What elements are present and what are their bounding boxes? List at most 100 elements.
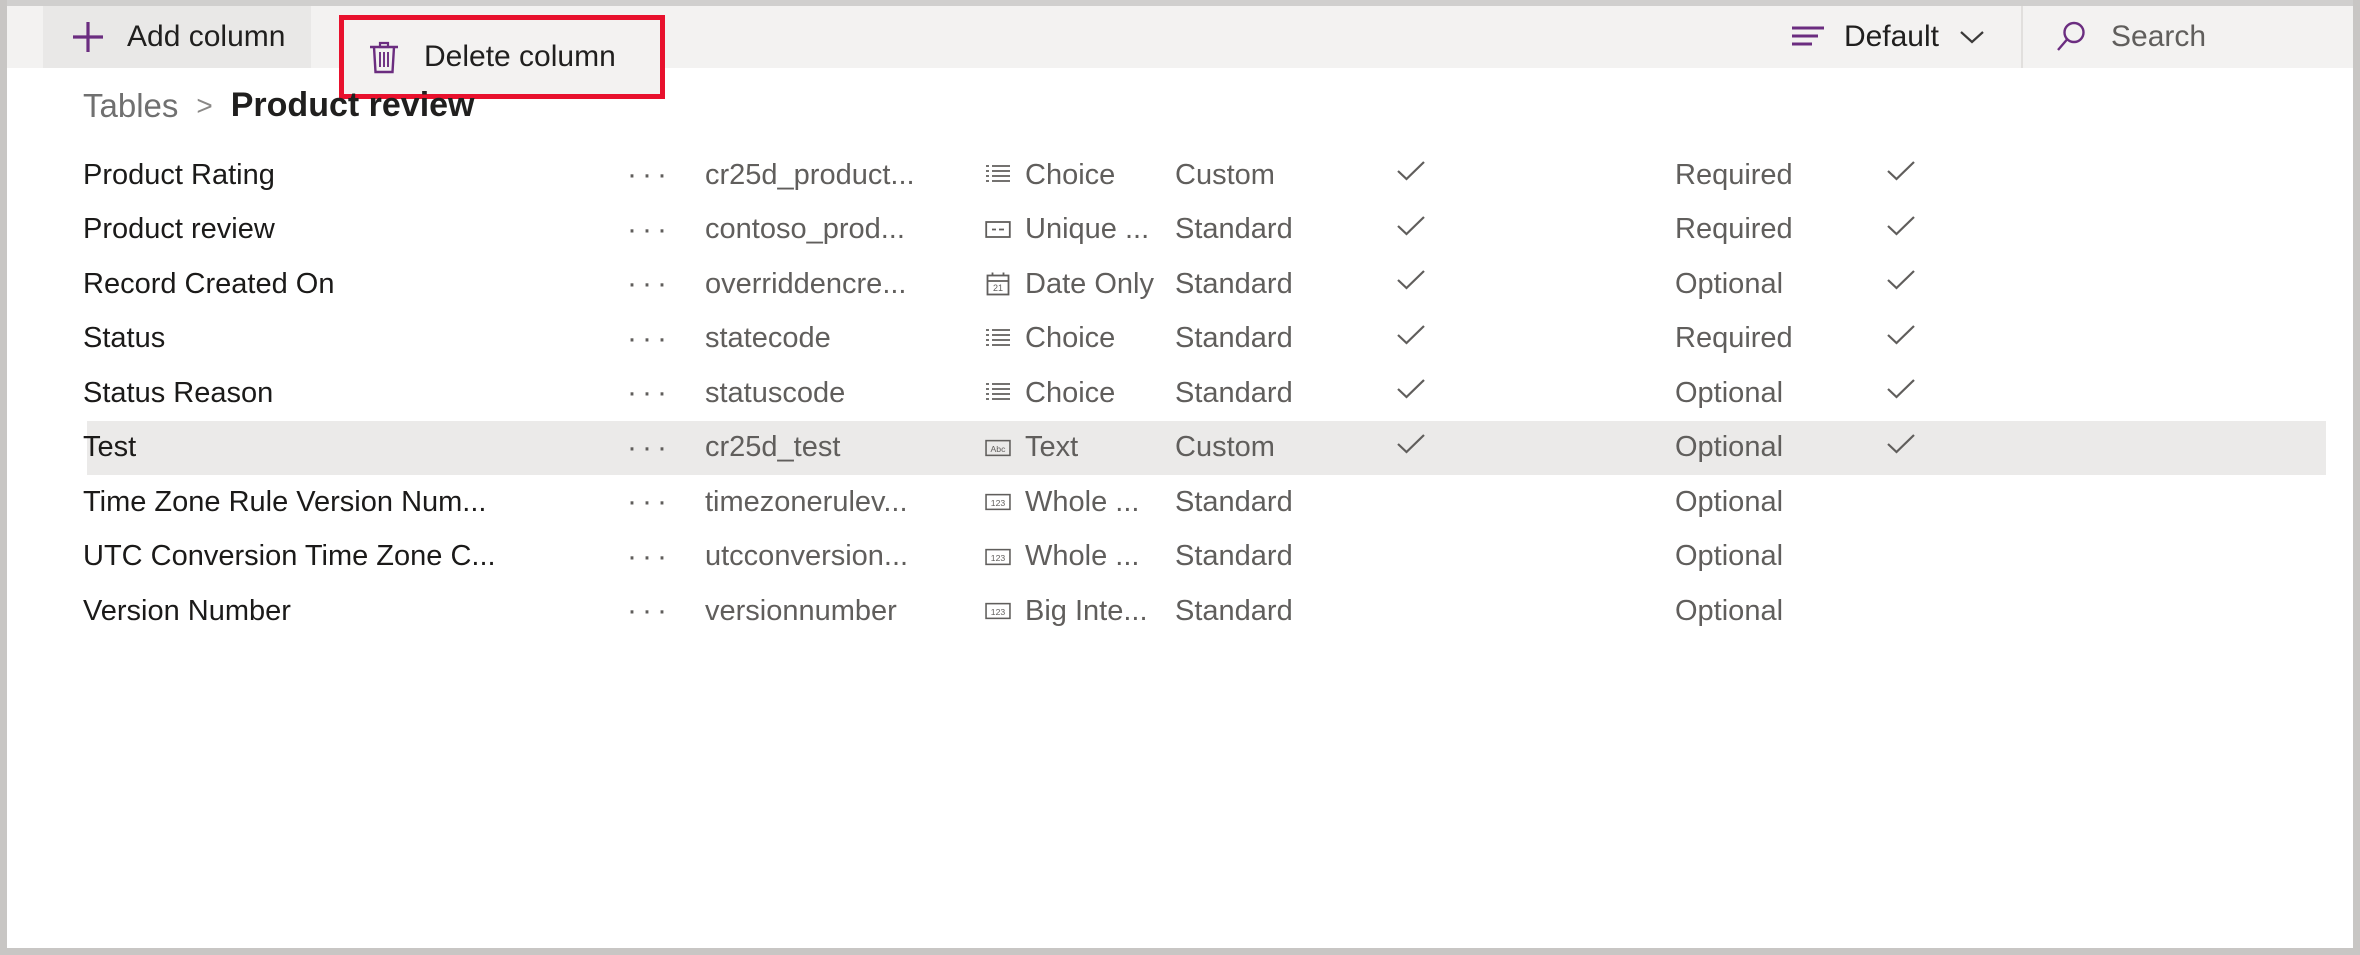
- row-overflow-menu-button[interactable]: ···: [627, 376, 705, 410]
- column-data-type: Whole ...: [985, 540, 1175, 573]
- table-row[interactable]: UTC Conversion Time Zone C... ··· utcconve…: [7, 530, 2346, 585]
- search-icon: [2053, 19, 2089, 55]
- column-requirement-level: Optional: [1675, 431, 1784, 464]
- column-display-name: Product review: [83, 213, 275, 246]
- column-trailing-indicator: [1885, 157, 2005, 193]
- check-icon: [1395, 430, 1427, 458]
- choice-icon: [985, 162, 1011, 188]
- row-overflow-menu-button[interactable]: ···: [627, 322, 705, 356]
- column-searchable-indicator: [1395, 266, 1675, 302]
- number-123-icon: [985, 489, 1011, 515]
- columns-grid: Product Rating ··· cr25d_product... Choice C…: [7, 148, 2346, 941]
- table-row[interactable]: Status ··· statecode Choice Standard Required: [7, 312, 2346, 367]
- check-icon: [1885, 321, 1917, 349]
- column-data-type-label: Choice: [1025, 376, 1116, 409]
- column-requirement-level: Optional: [1675, 376, 1784, 409]
- column-requirement-level: Required: [1675, 158, 1793, 191]
- choice-icon: [985, 326, 1011, 352]
- search-input[interactable]: Search: [2023, 6, 2353, 68]
- breadcrumb-separator-icon: >: [196, 89, 213, 121]
- column-searchable-indicator: [1395, 321, 1675, 357]
- table-row[interactable]: Test ··· cr25d_test Text Custom Optional: [7, 420, 2346, 476]
- column-display-name: Status: [83, 322, 166, 355]
- app-frame: Add column Delete column Default Search …: [0, 0, 2360, 955]
- check-icon: [1395, 157, 1427, 185]
- add-column-label: Add column: [127, 20, 286, 53]
- column-display-name: Time Zone Rule Version Num...: [83, 485, 487, 518]
- command-bar-right-group: Default Search: [1762, 6, 2353, 68]
- row-overflow-menu-button[interactable]: ···: [627, 485, 705, 519]
- delete-column-button[interactable]: Delete column: [344, 20, 660, 94]
- column-trailing-indicator: [1885, 266, 2005, 302]
- column-data-type: Unique ...: [985, 213, 1175, 246]
- command-bar: Add column Delete column Default Search: [7, 0, 2353, 99]
- table-row[interactable]: Version Number ··· versionnumber Big Inte..…: [7, 584, 2346, 639]
- column-data-type-label: Big Inte...: [1025, 594, 1148, 627]
- column-custom-standard: Standard: [1175, 376, 1293, 409]
- column-trailing-indicator: [1885, 375, 2005, 411]
- column-data-type: Choice: [985, 159, 1175, 192]
- breadcrumb-link-tables[interactable]: Tables: [83, 87, 178, 125]
- row-overflow-menu-button[interactable]: ···: [627, 158, 705, 192]
- check-icon: [1885, 266, 1917, 294]
- column-display-name: Version Number: [83, 594, 291, 627]
- choice-icon: [985, 380, 1011, 406]
- column-display-name: UTC Conversion Time Zone C...: [83, 540, 496, 573]
- column-searchable-indicator: [1395, 157, 1675, 193]
- table-row[interactable]: Record Created On ··· overriddencre... Date…: [7, 257, 2346, 312]
- check-icon: [1395, 375, 1427, 403]
- column-logical-name: overriddencre...: [705, 267, 907, 300]
- column-data-type-label: Whole ...: [1025, 540, 1140, 573]
- column-display-name: Test: [83, 431, 137, 464]
- column-logical-name: contoso_prod...: [705, 213, 905, 246]
- column-data-type: Choice: [985, 322, 1175, 355]
- table-row[interactable]: Status Reason ··· statuscode Choice Standard…: [7, 366, 2346, 421]
- column-data-type: Big Inte...: [985, 595, 1175, 628]
- column-logical-name: utcconversion...: [705, 540, 909, 573]
- column-data-type: Choice: [985, 377, 1175, 410]
- check-icon: [1885, 375, 1917, 403]
- row-overflow-menu-button[interactable]: ···: [627, 594, 705, 628]
- column-data-type-label: Text: [1025, 431, 1079, 464]
- column-logical-name: cr25d_test: [705, 431, 841, 464]
- column-data-type-label: Date Only: [1025, 267, 1154, 300]
- column-data-type: Date Only: [985, 268, 1175, 301]
- column-custom-standard: Custom: [1175, 431, 1275, 464]
- plus-icon: [69, 18, 107, 56]
- column-logical-name: statuscode: [705, 376, 846, 409]
- number-123-icon: [985, 544, 1011, 570]
- row-overflow-menu-button[interactable]: ···: [627, 540, 705, 574]
- column-data-type-label: Choice: [1025, 158, 1116, 191]
- calendar-icon: [985, 271, 1011, 297]
- check-icon: [1885, 157, 1917, 185]
- column-requirement-level: Required: [1675, 322, 1793, 355]
- delete-column-label: Delete column: [424, 40, 616, 73]
- column-trailing-indicator: [1885, 321, 2005, 357]
- column-custom-standard: Standard: [1175, 540, 1293, 573]
- view-selector-label: Default: [1843, 20, 1939, 53]
- table-row[interactable]: Product review ··· contoso_prod... Unique .…: [7, 203, 2346, 258]
- view-selector-button[interactable]: Default: [1762, 6, 2021, 68]
- table-row[interactable]: Time Zone Rule Version Num... ··· timezone…: [7, 475, 2346, 530]
- row-overflow-menu-button[interactable]: ···: [627, 267, 705, 301]
- add-column-button[interactable]: Add column: [43, 6, 312, 68]
- column-custom-standard: Standard: [1175, 322, 1293, 355]
- text-abc-icon: [985, 435, 1011, 461]
- column-requirement-level: Required: [1675, 213, 1793, 246]
- column-logical-name: timezonerulev...: [705, 485, 908, 518]
- row-overflow-menu-button[interactable]: ···: [627, 431, 705, 465]
- column-requirement-level: Optional: [1675, 267, 1784, 300]
- table-row[interactable]: Product Rating ··· cr25d_product... Choice C…: [7, 148, 2346, 203]
- breadcrumb: Tables > Product review: [83, 86, 475, 125]
- column-searchable-indicator: [1395, 375, 1675, 411]
- column-data-type-label: Choice: [1025, 322, 1116, 355]
- column-custom-standard: Standard: [1175, 267, 1293, 300]
- column-requirement-level: Optional: [1675, 485, 1784, 518]
- column-data-type-label: Whole ...: [1025, 485, 1140, 518]
- row-overflow-menu-button[interactable]: ···: [627, 213, 705, 247]
- column-requirement-level: Optional: [1675, 594, 1784, 627]
- column-logical-name: cr25d_product...: [705, 158, 915, 191]
- column-data-type: Whole ...: [985, 486, 1175, 519]
- column-searchable-indicator: [1395, 430, 1675, 466]
- view-list-icon: [1790, 22, 1826, 52]
